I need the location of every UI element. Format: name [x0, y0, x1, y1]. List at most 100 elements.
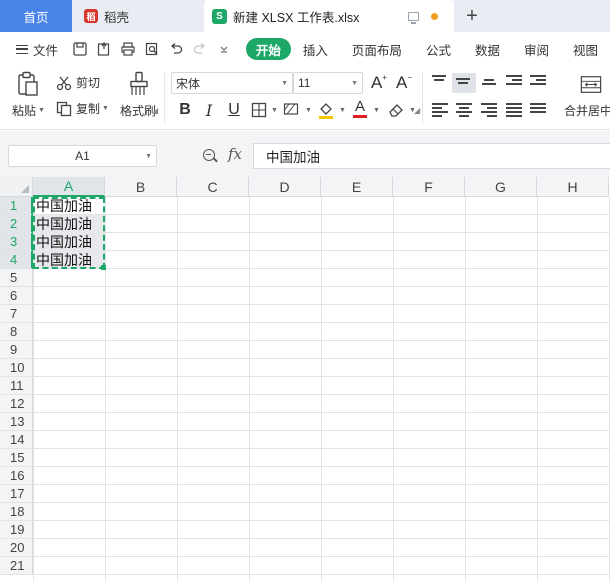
paste-button[interactable]: 粘贴 ▼: [12, 102, 45, 119]
font-name-select[interactable]: 宋体 ▼: [171, 72, 293, 94]
borders-button[interactable]: [249, 100, 269, 120]
zoom-icon[interactable]: [203, 149, 215, 161]
decrease-font-size-icon[interactable]: A −: [394, 73, 414, 93]
underline-button[interactable]: U: [224, 100, 244, 120]
row-header-13[interactable]: 13: [0, 413, 33, 431]
cell-a2[interactable]: 中国加油: [33, 215, 105, 233]
formula-input[interactable]: 中国加油: [253, 143, 610, 169]
column-header-b[interactable]: B: [105, 177, 177, 197]
clear-format-button[interactable]: [386, 100, 406, 120]
name-box[interactable]: A1 ▼: [8, 145, 157, 167]
clipboard-launcher-icon[interactable]: ◢: [152, 106, 158, 115]
row-header-12[interactable]: 12: [0, 395, 33, 413]
menu-tab-page-layout[interactable]: 页面布局: [340, 38, 414, 60]
decrease-indent-icon[interactable]: [506, 75, 522, 89]
italic-button[interactable]: I: [199, 100, 219, 120]
row-header-14[interactable]: 14: [0, 431, 33, 449]
font-size-select[interactable]: 11 ▼: [293, 72, 363, 94]
print-icon[interactable]: [121, 42, 136, 57]
select-all-corner[interactable]: [0, 177, 33, 197]
undo-icon[interactable]: [169, 42, 184, 57]
row-header-17[interactable]: 17: [0, 485, 33, 503]
row-header-21[interactable]: 21: [0, 557, 33, 575]
row-header-15[interactable]: 15: [0, 449, 33, 467]
cell-a1[interactable]: 中国加油: [33, 197, 105, 215]
cell-a3[interactable]: 中国加油: [33, 233, 105, 251]
menu-tab-data[interactable]: 数据: [463, 38, 512, 60]
export-icon[interactable]: [97, 42, 112, 57]
format-painter-button[interactable]: 格式刷: [120, 102, 156, 119]
menu-tab-insert[interactable]: 插入: [291, 38, 340, 60]
row-header-8[interactable]: 8: [0, 323, 33, 341]
merge-center-button[interactable]: 合并居中: [564, 102, 610, 119]
monitor-icon[interactable]: [408, 11, 419, 24]
menu-tab-review[interactable]: 审阅: [512, 38, 561, 60]
fill-color-dropdown-icon[interactable]: ▼: [339, 107, 346, 114]
font-launcher-icon[interactable]: ◢: [414, 106, 420, 115]
redo-icon[interactable]: [193, 42, 208, 57]
chevron-down-icon[interactable]: ▼: [145, 153, 152, 160]
align-bottom-icon[interactable]: [482, 79, 498, 93]
tab-home[interactable]: 首页: [0, 0, 72, 32]
fill-pattern-dropdown-icon[interactable]: ▼: [305, 107, 312, 114]
row-header-10[interactable]: 10: [0, 359, 33, 377]
column-header-f[interactable]: F: [393, 177, 465, 197]
insert-function-icon[interactable]: fx: [228, 145, 242, 163]
quick-access-dropdown-icon[interactable]: [217, 42, 232, 57]
tab-document[interactable]: S 新建 XLSX 工作表.xlsx: [204, 0, 454, 32]
cell-area[interactable]: [33, 197, 610, 581]
column-header-d[interactable]: D: [249, 177, 321, 197]
increase-font-size-icon[interactable]: A +: [369, 73, 389, 93]
row-header-19[interactable]: 19: [0, 521, 33, 539]
align-middle-icon[interactable]: [452, 73, 476, 93]
file-menu-button[interactable]: 文件: [0, 40, 67, 59]
spreadsheet-grid[interactable]: ABCDEFGH 1 2 3 4 5 6 7 8 9 10 11 12 13 14 15 16 17 18 19 20…: [0, 177, 610, 581]
column-header-e[interactable]: E: [321, 177, 393, 197]
font-color-button[interactable]: A: [350, 99, 370, 119]
cut-button[interactable]: 剪切: [56, 74, 100, 91]
row-header-5[interactable]: 5: [0, 269, 33, 287]
align-left-icon[interactable]: [432, 103, 448, 117]
cell-a4[interactable]: 中国加油: [33, 251, 105, 269]
new-tab-button[interactable]: +: [458, 0, 486, 32]
column-header-c[interactable]: C: [177, 177, 249, 197]
borders-dropdown-icon[interactable]: ▼: [271, 107, 278, 114]
menu-tab-formulas[interactable]: 公式: [414, 38, 463, 60]
format-painter-icon[interactable]: [128, 71, 150, 97]
align-right-icon[interactable]: [481, 103, 497, 117]
increase-indent-icon[interactable]: [530, 75, 546, 89]
paste-icon[interactable]: [17, 71, 39, 97]
print-preview-icon[interactable]: [145, 42, 160, 57]
row-header-9[interactable]: 9: [0, 341, 33, 359]
row-header-1[interactable]: 1: [0, 197, 33, 215]
align-top-icon[interactable]: [432, 75, 448, 89]
row-header-11[interactable]: 11: [0, 377, 33, 395]
font-color-dropdown-icon[interactable]: ▼: [373, 107, 380, 114]
row-header-3[interactable]: 3: [0, 233, 33, 251]
copy-button[interactable]: 复制 ▼: [56, 100, 109, 117]
fill-pattern-button[interactable]: [282, 100, 302, 120]
column-header-g[interactable]: G: [465, 177, 537, 197]
row-header-18[interactable]: 18: [0, 503, 33, 521]
row-header-20[interactable]: 20: [0, 539, 33, 557]
tab-daoke[interactable]: 稻 稻壳: [76, 0, 200, 32]
column-header-a[interactable]: A: [33, 177, 105, 197]
menu-tab-start[interactable]: 开始: [245, 38, 291, 60]
paste-dropdown-icon[interactable]: ▼: [38, 107, 45, 114]
row-header-16[interactable]: 16: [0, 467, 33, 485]
column-header-h[interactable]: H: [537, 177, 609, 197]
row-header-6[interactable]: 6: [0, 287, 33, 305]
fill-handle[interactable]: [101, 265, 106, 270]
menu-tab-view[interactable]: 视图: [561, 38, 610, 60]
copy-dropdown-icon[interactable]: ▼: [102, 105, 109, 112]
row-header-4[interactable]: 4: [0, 251, 33, 269]
merge-center-icon[interactable]: [580, 72, 602, 98]
align-center-icon[interactable]: [456, 103, 472, 117]
distributed-align-icon[interactable]: [530, 103, 546, 117]
save-icon[interactable]: [73, 42, 88, 57]
justify-icon[interactable]: [506, 103, 522, 117]
fill-color-button[interactable]: [316, 100, 336, 120]
row-header-2[interactable]: 2: [0, 215, 33, 233]
row-header-7[interactable]: 7: [0, 305, 33, 323]
bold-button[interactable]: B: [175, 100, 195, 120]
